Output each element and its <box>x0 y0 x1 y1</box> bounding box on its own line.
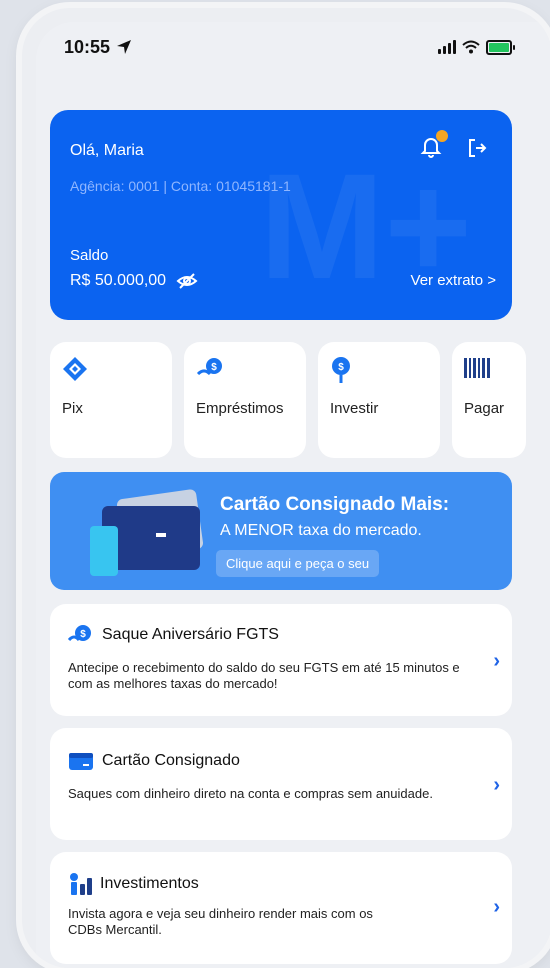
offer-card-investments[interactable]: Investimentos Invista agora e veja seu d… <box>50 852 512 964</box>
credit-card-icon <box>69 753 93 770</box>
offer-card-fgts[interactable]: $ Saque Aniversário FGTS Antecipe o rece… <box>50 604 512 716</box>
quick-action-label: Investir <box>330 400 379 417</box>
status-time: 10:55 <box>64 36 111 57</box>
chevron-right-icon: › <box>493 896 500 918</box>
offer-card-consigned-card[interactable]: Cartão Consignado Saques com dinheiro di… <box>50 728 512 840</box>
pix-icon <box>63 357 87 381</box>
quick-action-loans[interactable]: $ Empréstimos <box>184 342 306 458</box>
investment-chart-icon <box>70 873 92 895</box>
account-header: M+ Olá, Maria Agência: 0001 | Conta: 010… <box>50 110 512 320</box>
offer-description: Antecipe o recebimento do saldo do seu F… <box>68 660 460 691</box>
quick-actions: Pix $ Empréstimos $ Investir Pagar <box>50 342 526 458</box>
quick-action-pix[interactable]: Pix <box>50 342 172 458</box>
signal-icon <box>438 40 456 54</box>
logout-button[interactable] <box>468 138 488 163</box>
svg-text:$: $ <box>211 362 217 373</box>
loan-icon: $ <box>68 625 91 642</box>
offer-description: Saques com dinheiro direto na conta e co… <box>68 786 433 801</box>
quick-action-label: Empréstimos <box>196 400 284 417</box>
wifi-icon <box>462 40 480 54</box>
svg-text:$: $ <box>80 629 86 640</box>
quick-action-label: Pagar <box>464 400 505 417</box>
svg-text:$: $ <box>338 362 344 373</box>
phone-frame: 10:55 M+ Olá, Maria Agência: 0001 | Cont… <box>22 8 550 968</box>
loan-icon: $ <box>196 358 222 376</box>
balance-label: Saldo <box>70 247 109 264</box>
location-arrow-icon <box>117 40 132 54</box>
quick-action-label: Pix <box>62 400 83 417</box>
offer-title: Saque Aniversário FGTS <box>102 626 279 643</box>
chevron-right-icon: › <box>493 650 500 672</box>
app-screen: 10:55 M+ Olá, Maria Agência: 0001 | Cont… <box>36 22 550 968</box>
logout-icon <box>469 139 487 157</box>
promo-cta-button[interactable]: Clique aqui e peça o seu <box>216 550 380 577</box>
offer-description: Invista agora e veja seu dinheiro render… <box>68 906 373 937</box>
offer-title: Cartão Consignado <box>102 752 240 769</box>
eye-off-icon[interactable] <box>176 272 198 290</box>
quick-action-pay[interactable]: Pagar <box>452 342 526 458</box>
quick-action-invest[interactable]: $ Investir <box>318 342 440 458</box>
promo-subtitle: A MENOR taxa do mercado. <box>220 522 422 539</box>
credit-card-illustration <box>90 489 204 576</box>
promo-title: Cartão Consignado Mais: <box>220 494 450 515</box>
offer-title: Investimentos <box>100 875 199 892</box>
battery-icon <box>486 39 515 55</box>
greeting: Olá, Maria <box>70 142 144 159</box>
promo-banner[interactable]: Cartão Consignado Mais: A MENOR taxa do … <box>50 472 512 590</box>
status-bar: 10:55 <box>64 32 515 62</box>
balance-value: R$ 50.000,00 <box>70 272 167 289</box>
barcode-icon <box>464 358 490 378</box>
notification-dot <box>436 130 448 142</box>
invest-icon: $ <box>332 357 350 383</box>
statement-link[interactable]: Ver extrato > <box>411 272 496 289</box>
notifications-button[interactable] <box>420 130 448 163</box>
chevron-right-icon: › <box>493 774 500 796</box>
account-info: Agência: 0001 | Conta: 01045181-1 <box>70 178 291 194</box>
